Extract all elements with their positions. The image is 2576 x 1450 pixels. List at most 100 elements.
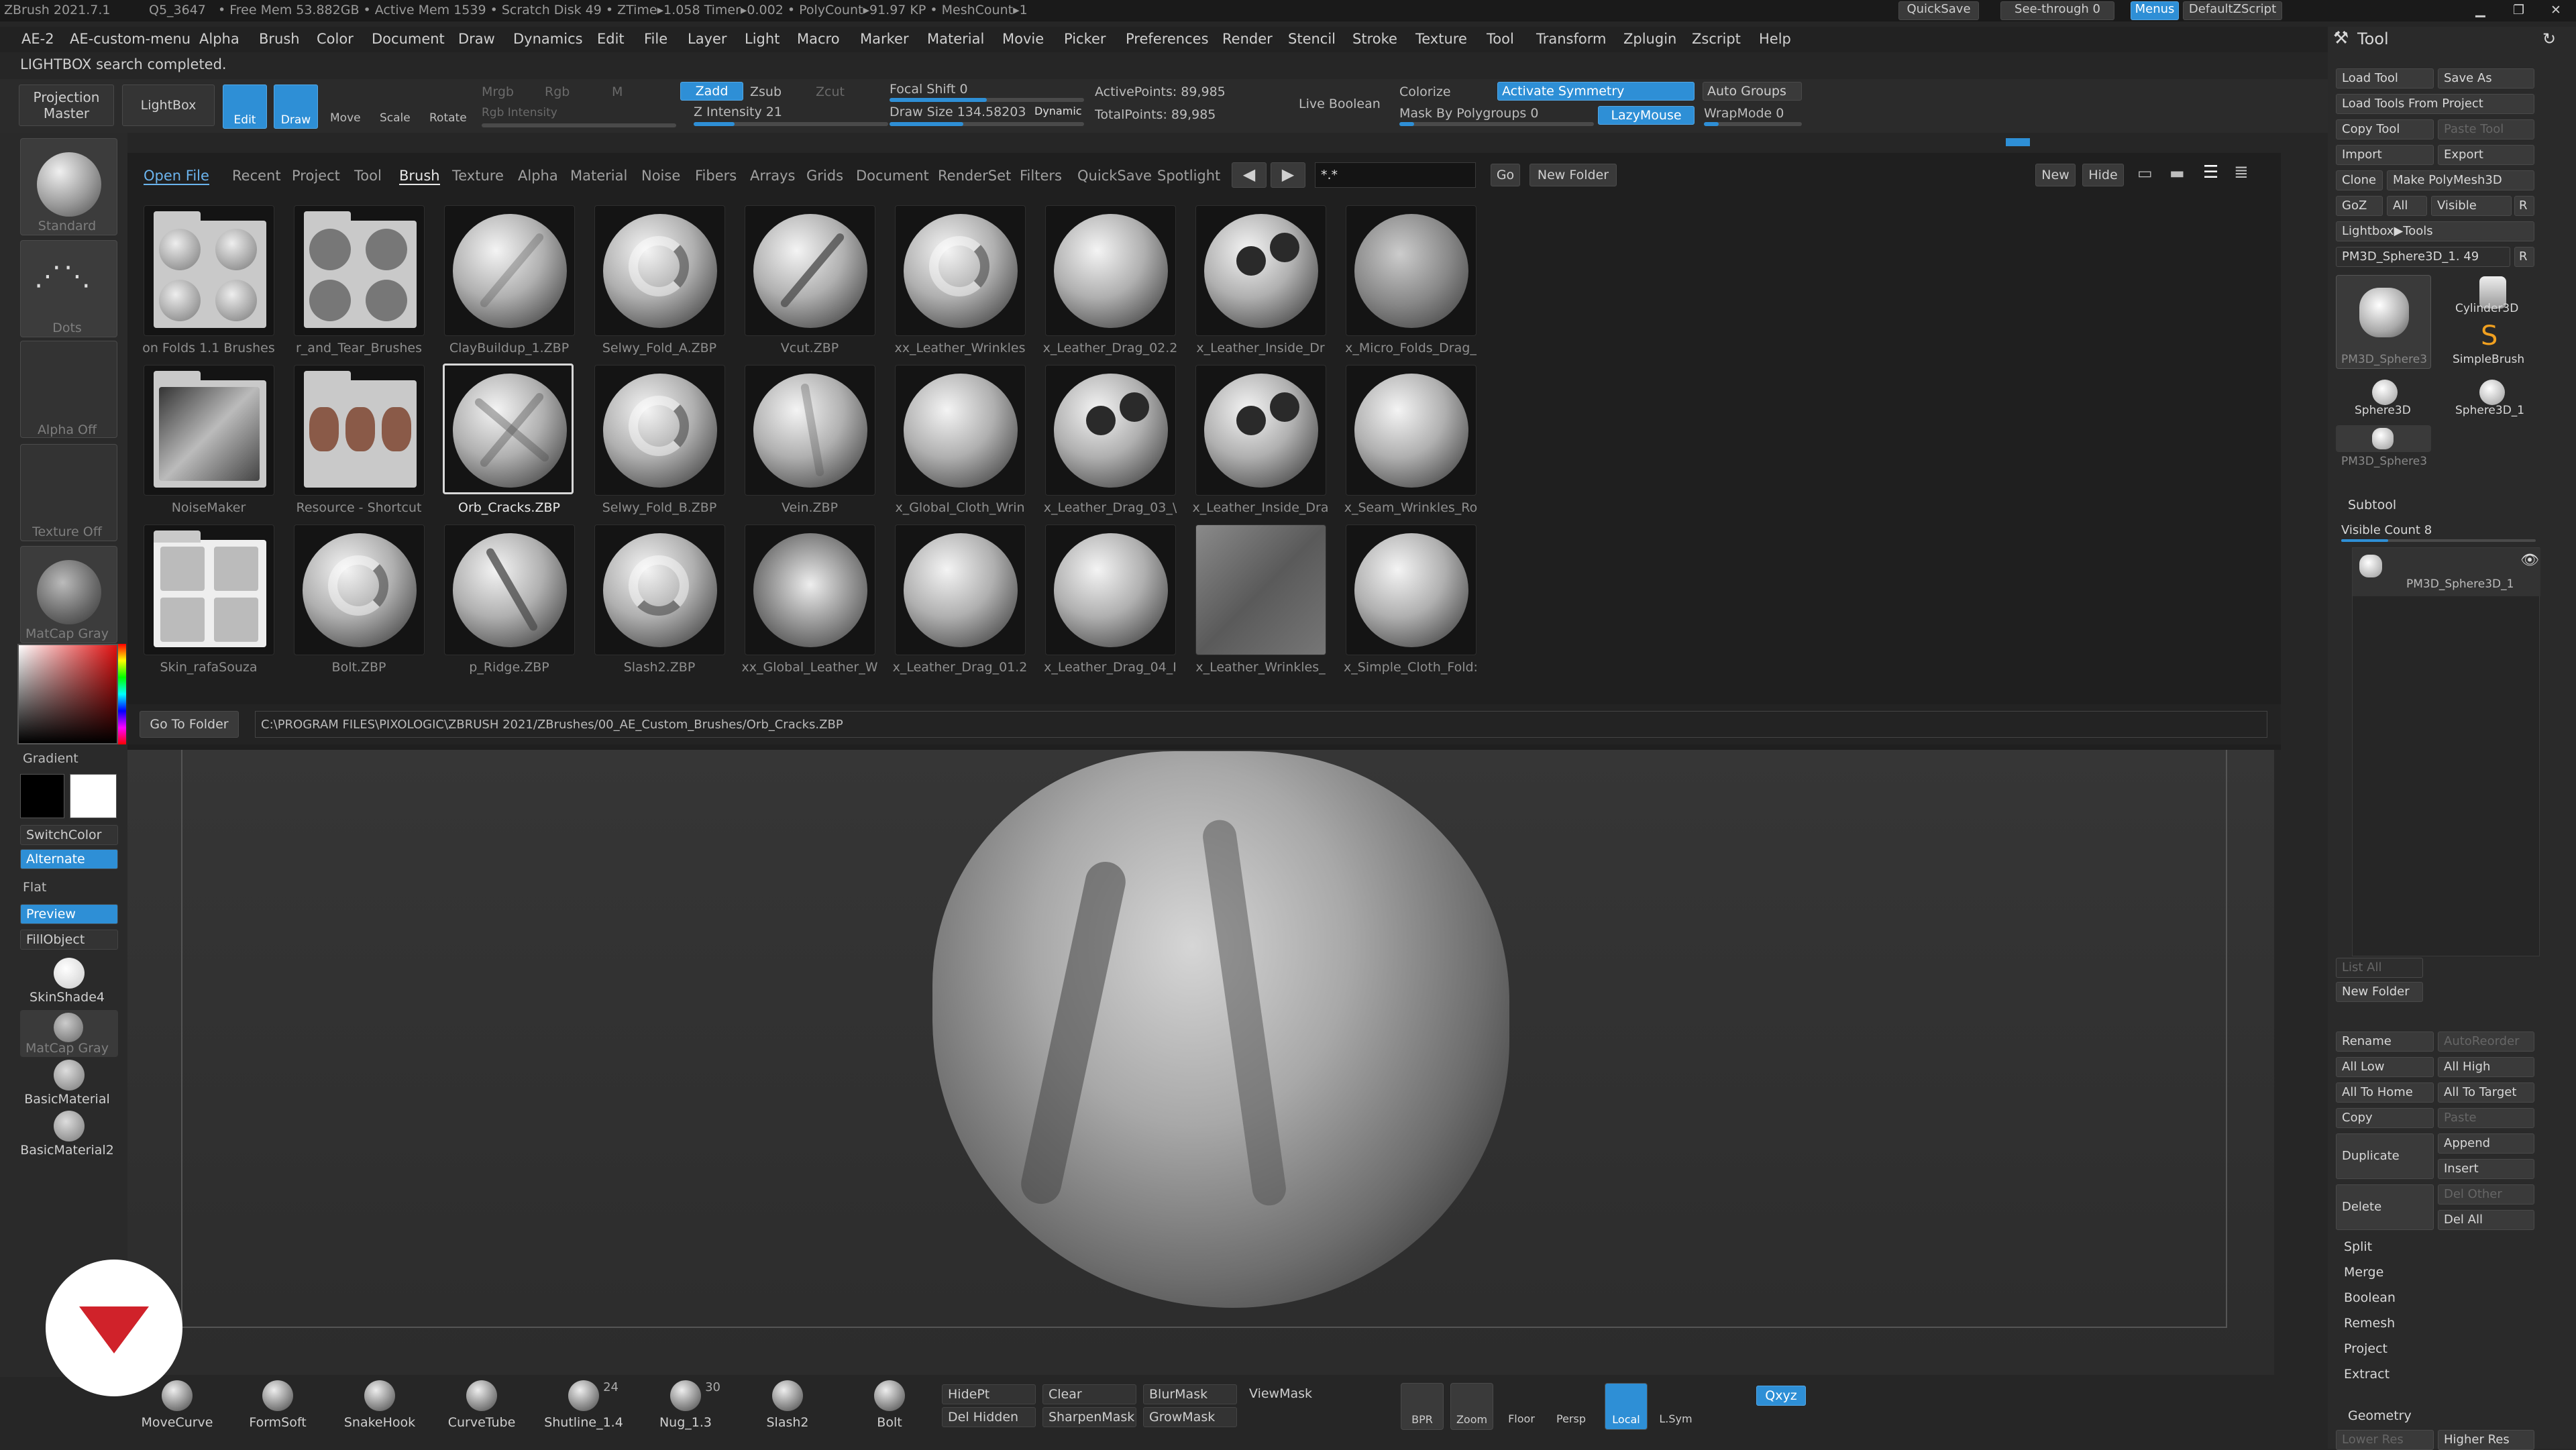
sphere3d-icon[interactable] xyxy=(2372,380,2398,405)
new-button[interactable]: New xyxy=(2035,164,2076,186)
growmask-button[interactable]: GrowMask xyxy=(1143,1407,1237,1427)
menu-edit[interactable]: Edit xyxy=(597,31,625,47)
scale-button[interactable]: Scale xyxy=(380,111,411,125)
list-all-button[interactable]: List All xyxy=(2336,958,2423,978)
lightbox-item[interactable] xyxy=(594,205,725,336)
append-button[interactable]: Append xyxy=(2438,1133,2534,1154)
lightbox-item[interactable] xyxy=(1195,205,1326,336)
goz-all-button[interactable]: All xyxy=(2387,196,2427,216)
higher-res-button[interactable]: Higher Res xyxy=(2438,1430,2534,1450)
color-picker[interactable] xyxy=(17,644,118,744)
flat-button[interactable]: Flat xyxy=(23,880,46,895)
lazymouse-button[interactable]: LazyMouse xyxy=(1598,106,1695,125)
lightbox-item[interactable] xyxy=(594,365,725,496)
lightbox-item[interactable] xyxy=(1045,365,1176,496)
menu-ae-custom[interactable]: AE-custom-menu xyxy=(70,31,191,47)
lightbox-tools-button[interactable]: Lightbox▶Tools xyxy=(2336,221,2534,241)
wrapmode-slider[interactable]: WrapMode 0 xyxy=(1704,106,1784,121)
wrapmode-track[interactable] xyxy=(1704,122,1802,126)
close-icon[interactable]: ✕ xyxy=(2551,3,2561,17)
hue-strip[interactable] xyxy=(118,644,126,744)
rename-button[interactable]: Rename xyxy=(2336,1031,2434,1052)
rgb-intensity-slider[interactable]: Rgb Intensity xyxy=(482,106,557,119)
tab-spotlight[interactable]: Spotlight xyxy=(1157,168,1220,184)
menu-transform[interactable]: Transform xyxy=(1536,31,1606,47)
all-high-button[interactable]: All High xyxy=(2438,1057,2534,1077)
lightbox-item-selected[interactable] xyxy=(443,364,574,494)
lightbox-item[interactable] xyxy=(294,365,425,496)
lightbox-item[interactable] xyxy=(1045,205,1176,336)
tab-grids[interactable]: Grids xyxy=(806,168,843,184)
brush-shutline[interactable]: 24 Shutline_1.4 xyxy=(543,1380,624,1430)
split-section[interactable]: Split xyxy=(2344,1239,2372,1254)
preview-button[interactable]: Preview xyxy=(20,904,118,924)
menu-brush[interactable]: Brush xyxy=(259,31,300,47)
tab-project[interactable]: Project xyxy=(292,168,340,184)
draw-size-slider[interactable] xyxy=(890,122,1084,126)
all-to-home-button[interactable]: All To Home xyxy=(2336,1082,2434,1103)
lightbox-item[interactable] xyxy=(745,365,875,496)
tab-alpha[interactable]: Alpha xyxy=(518,168,558,184)
extract-section[interactable]: Extract xyxy=(2344,1367,2390,1382)
paste-tool-button[interactable]: Paste Tool xyxy=(2438,119,2534,140)
load-tools-from-project-button[interactable]: Load Tools From Project xyxy=(2336,94,2534,114)
tab-texture[interactable]: Texture xyxy=(452,168,504,184)
brush-curvetube[interactable]: CurveTube xyxy=(441,1380,522,1430)
menu-dynamics[interactable]: Dynamics xyxy=(513,31,583,47)
lightbox-item[interactable] xyxy=(895,205,1026,336)
lightbox-item[interactable] xyxy=(895,365,1026,496)
auto-groups-button[interactable]: Auto Groups xyxy=(1703,82,1802,101)
new-folder-subtool-button[interactable]: New Folder xyxy=(2336,982,2423,1002)
tab-recent[interactable]: Recent xyxy=(232,168,281,184)
menu-stroke[interactable]: Stroke xyxy=(1352,31,1397,47)
save-as-button[interactable]: Save As xyxy=(2438,68,2534,89)
tab-tool[interactable]: Tool xyxy=(354,168,382,184)
xyz-symmetry-button[interactable]: Qxyz xyxy=(1756,1386,1806,1406)
merge-section[interactable]: Merge xyxy=(2344,1265,2383,1280)
menu-tool[interactable]: Tool xyxy=(1487,31,1514,47)
move-button[interactable]: Move xyxy=(330,111,361,125)
tool-thumb-pm3d-2[interactable] xyxy=(2336,425,2431,452)
hide-button[interactable]: Hide xyxy=(2082,164,2124,186)
goz-button[interactable]: GoZ xyxy=(2336,196,2383,216)
switchcolor-button[interactable]: SwitchColor xyxy=(20,825,118,845)
file-path-field[interactable]: C:\PROGRAM FILES\PIXOLOGIC\ZBRUSH 2021/Z… xyxy=(255,711,2267,738)
brush-snakehook[interactable]: SnakeHook xyxy=(339,1380,420,1430)
next-arrow-icon[interactable]: ▶ xyxy=(1271,162,1305,188)
del-all-button[interactable]: Del All xyxy=(2438,1210,2534,1230)
local-button[interactable]: Local xyxy=(1605,1383,1648,1430)
goz-visible-button[interactable]: Visible xyxy=(2431,196,2512,216)
menu-help[interactable]: Help xyxy=(1759,31,1791,47)
clone-button[interactable]: Clone xyxy=(2336,170,2383,190)
menu-macro[interactable]: Macro xyxy=(797,31,840,47)
rgb-button[interactable]: Rgb xyxy=(545,85,570,99)
brush-movecurve[interactable]: MoveCurve xyxy=(137,1380,217,1430)
minimize-icon[interactable]: ▁ xyxy=(2475,3,2485,17)
import-button[interactable]: Import xyxy=(2336,145,2434,165)
menu-render[interactable]: Render xyxy=(1222,31,1273,47)
scroll-indicator[interactable] xyxy=(2006,138,2030,146)
alternate-button[interactable]: Alternate xyxy=(20,849,118,869)
z-intensity-slider[interactable] xyxy=(694,122,888,126)
subtool-header[interactable]: Subtool xyxy=(2348,498,2396,512)
lightbox-item[interactable] xyxy=(144,205,274,336)
projection-master-button[interactable]: Projection Master xyxy=(19,85,114,126)
zcut-button[interactable]: Zcut xyxy=(816,85,845,99)
go-button[interactable]: Go xyxy=(1491,164,1520,186)
paste-subtool-button[interactable]: Paste xyxy=(2438,1108,2534,1128)
current-tool-r-button[interactable]: R xyxy=(2514,247,2534,267)
goz-r-button[interactable]: R xyxy=(2514,196,2534,216)
menu-material[interactable]: Material xyxy=(927,31,984,47)
lightbox-item[interactable] xyxy=(745,524,875,655)
lightbox-item[interactable] xyxy=(1346,205,1477,336)
load-tool-button[interactable]: Load Tool xyxy=(2336,68,2434,89)
mask-by-polygroups-track[interactable] xyxy=(1399,122,1594,126)
all-to-target-button[interactable]: All To Target xyxy=(2438,1082,2534,1103)
visible-count-slider[interactable]: Visible Count 8 xyxy=(2341,523,2432,537)
zoom-button[interactable]: Zoom xyxy=(1450,1383,1493,1430)
mrgb-button[interactable]: Mrgb xyxy=(482,85,514,99)
bpr-render-button[interactable]: BPR xyxy=(1401,1383,1444,1430)
insert-button[interactable]: Insert xyxy=(2438,1159,2534,1179)
view-small-icon[interactable]: ▬ xyxy=(2169,164,2185,182)
del-other-button[interactable]: Del Other xyxy=(2438,1184,2534,1205)
